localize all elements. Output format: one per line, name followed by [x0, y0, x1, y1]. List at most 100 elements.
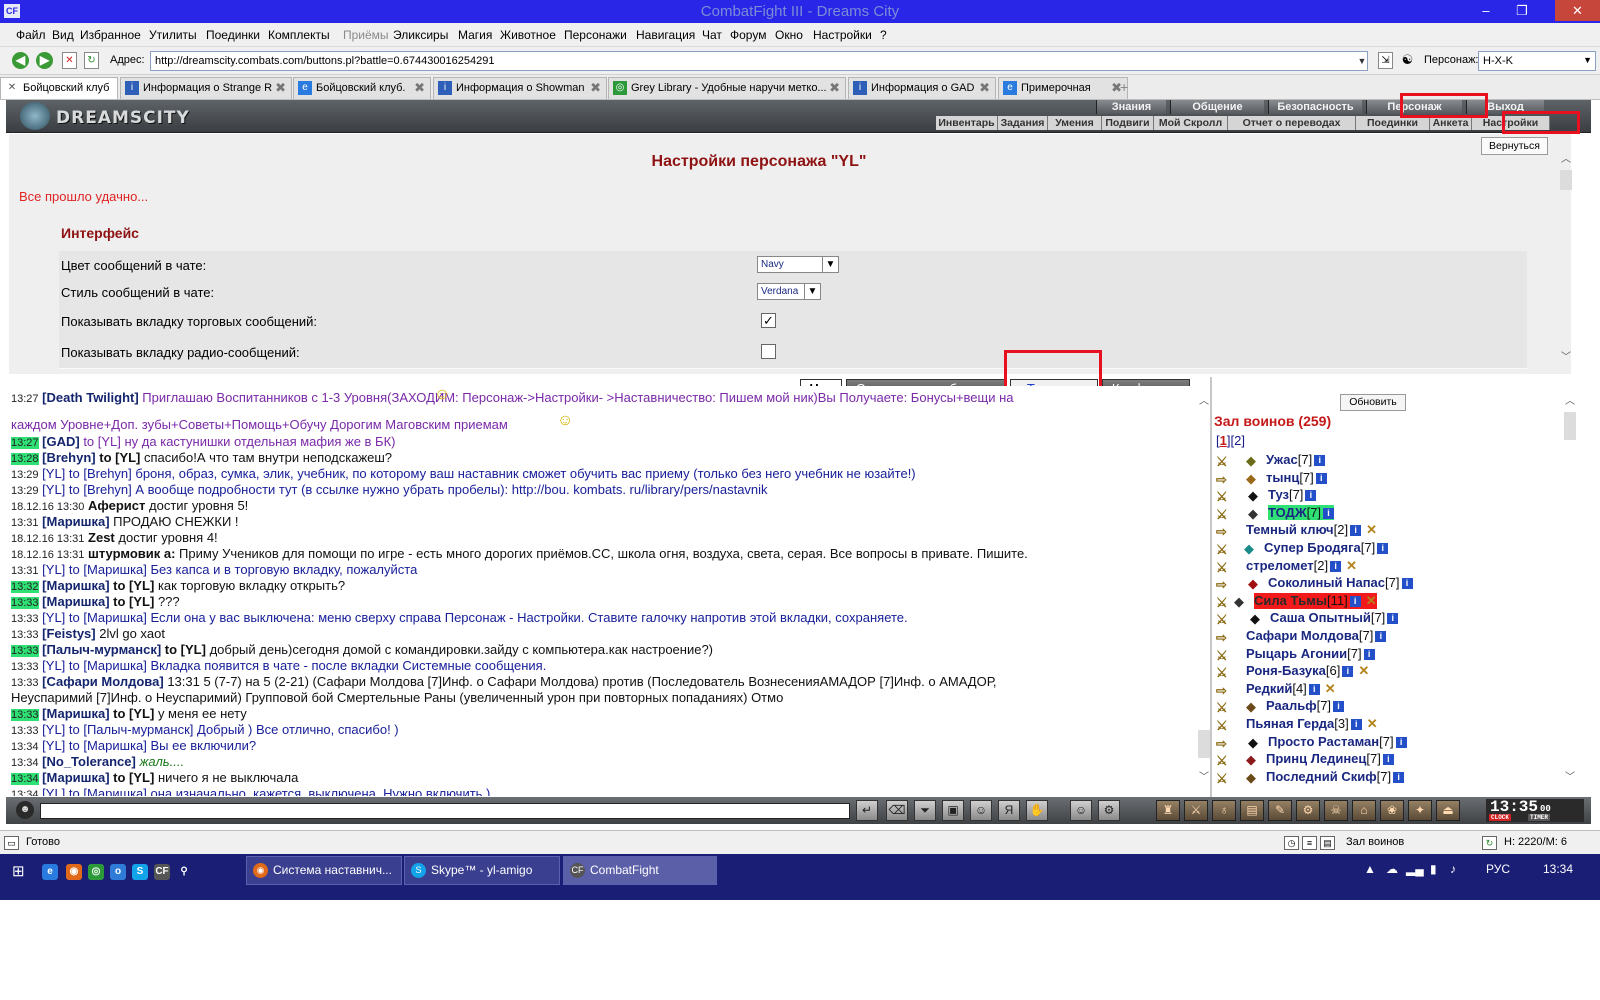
- bird-icon[interactable]: ✦: [1408, 800, 1432, 821]
- address-input[interactable]: http://dreamscity.combats.com/buttons.pl…: [150, 51, 1368, 71]
- player-name[interactable]: Последний Скиф[7] i: [1266, 769, 1405, 784]
- maximize-button[interactable]: ❐: [1507, 0, 1537, 21]
- scroll-icon[interactable]: ✎: [1268, 800, 1292, 821]
- player-name[interactable]: Ужас[7] i: [1266, 452, 1326, 467]
- menu-item[interactable]: ?: [880, 28, 887, 42]
- player-row[interactable]: ⚔ ◆ Супер Бродяга[7] i: [1212, 540, 1552, 558]
- send-icon[interactable]: ↵: [856, 800, 878, 821]
- info-icon[interactable]: i: [1377, 543, 1389, 555]
- browser-tab[interactable]: i Информация о Showman ✖: [433, 77, 607, 99]
- sub-nav-item[interactable]: Подвиги: [1102, 116, 1154, 130]
- player-row[interactable]: ⇨ Редкий[4] i ✕: [1212, 681, 1552, 699]
- message-author[interactable]: [Сафари Молдова]: [42, 674, 164, 689]
- info-icon[interactable]: i: [1314, 455, 1326, 467]
- language-indicator[interactable]: РУС: [1486, 862, 1510, 876]
- browser-tab[interactable]: e Примерочная ✖: [998, 77, 1128, 99]
- mask-icon[interactable]: ☠: [1324, 800, 1348, 821]
- top-nav-item[interactable]: Общение: [1170, 100, 1264, 114]
- player-row[interactable]: ⚔ ◆ Туз[7] i: [1212, 487, 1552, 505]
- windows-start-icon[interactable]: ⊞: [12, 864, 28, 880]
- hand-icon[interactable]: ✋: [1026, 800, 1048, 821]
- player-row[interactable]: ⇨ ◆ Соколиный Напас[7] i: [1212, 575, 1552, 593]
- taskbar-window[interactable]: ◉ Система наставнич...: [246, 856, 402, 885]
- message-author[interactable]: [Маришка]: [42, 706, 109, 721]
- info-icon[interactable]: i: [1323, 507, 1335, 519]
- message-author[interactable]: [GAD]: [42, 434, 80, 449]
- scroll-up-icon[interactable]: ︿: [1197, 392, 1211, 407]
- menu-item[interactable]: Комплекты: [268, 28, 330, 42]
- cf-icon[interactable]: CF: [154, 864, 170, 880]
- scroll-down-icon[interactable]: ﹀: [1563, 768, 1577, 783]
- player-row[interactable]: ⚔ Пьяная Герда[3] i ✕: [1212, 716, 1552, 734]
- battery-icon[interactable]: ▮: [1430, 862, 1437, 876]
- chrome-icon[interactable]: ◎: [88, 864, 104, 880]
- player-name[interactable]: ТОДЖ[7] i: [1268, 504, 1335, 520]
- person-icon[interactable]: ☺: [970, 800, 992, 821]
- player-name[interactable]: стреломет[2] i ✕: [1246, 558, 1357, 574]
- chat-color-select[interactable]: Navy ▼: [757, 256, 839, 273]
- chat-settings-icon[interactable]: ⚙: [1098, 800, 1120, 821]
- player-name[interactable]: Роня-Базука[6] i ✕: [1246, 663, 1369, 679]
- menu-item[interactable]: Окно: [775, 28, 803, 42]
- player-row[interactable]: ⇨ Темный ключ[2] i ✕: [1212, 522, 1552, 540]
- sub-nav-item[interactable]: Анкета: [1430, 116, 1472, 130]
- settings-scrollbar[interactable]: ︿ ﹀: [1558, 148, 1574, 373]
- sub-nav-item[interactable]: Настройки: [1472, 116, 1550, 130]
- player-name[interactable]: Пьяная Герда[3] i ✕: [1246, 716, 1378, 732]
- menu-item[interactable]: Утилиты: [149, 28, 197, 42]
- scroll-thumb[interactable]: [1198, 730, 1210, 758]
- scroll-thumb[interactable]: [1560, 170, 1572, 190]
- message-author[interactable]: [No_Tolerance]: [42, 754, 136, 769]
- translit-icon[interactable]: Я: [998, 800, 1020, 821]
- info-icon[interactable]: i: [1350, 719, 1362, 731]
- player-row[interactable]: ⚔ ◆ Раальф[7] i: [1212, 698, 1552, 716]
- menu-item[interactable]: Избранное: [80, 28, 141, 42]
- sub-nav-item[interactable]: Задания: [998, 116, 1048, 130]
- radio-tab-checkbox[interactable]: [761, 344, 776, 359]
- player-name[interactable]: Сафари Молдова[7] i: [1246, 628, 1387, 643]
- top-nav-item[interactable]: Безопасность: [1268, 100, 1362, 114]
- info-icon[interactable]: i: [1315, 472, 1327, 484]
- scroll-down-icon[interactable]: ﹀: [1197, 768, 1211, 783]
- clan-icon[interactable]: ♜: [1156, 800, 1180, 821]
- taskbar-clock[interactable]: 13:34: [1543, 862, 1573, 876]
- top-nav-item[interactable]: Знания: [1096, 100, 1166, 114]
- menu-item[interactable]: Персонажи: [564, 28, 627, 42]
- bottle-icon[interactable]: ♁: [1212, 800, 1236, 821]
- sub-nav-item[interactable]: Отчет о переводах: [1228, 116, 1356, 130]
- player-row[interactable]: ⇨ ◆ Просто Растаман[7] i: [1212, 734, 1552, 752]
- menu-item[interactable]: Чат: [702, 28, 722, 42]
- tab-close-icon[interactable]: ✖: [275, 78, 286, 98]
- info-icon[interactable]: i: [1393, 771, 1405, 783]
- message-author[interactable]: [Death Twilight]: [42, 390, 139, 405]
- stop-icon[interactable]: ✕: [62, 52, 77, 69]
- tab-close-icon[interactable]: ✖: [829, 78, 840, 98]
- paw-icon[interactable]: ❀: [1380, 800, 1404, 821]
- firefox-icon[interactable]: ◉: [66, 864, 82, 880]
- doc-icon[interactable]: ▤: [1320, 836, 1335, 850]
- menu-item[interactable]: Эликсиры: [393, 28, 448, 42]
- player-row[interactable]: ⚔ Рыцарь Агонии[7] i: [1212, 646, 1552, 664]
- message-author[interactable]: [Маришка]: [42, 594, 109, 609]
- info-icon[interactable]: i: [1363, 648, 1375, 660]
- chevron-down-icon[interactable]: ▼: [1355, 52, 1369, 70]
- player-row[interactable]: ⚔ стреломет[2] i ✕: [1212, 558, 1552, 576]
- message-author[interactable]: [Маришка]: [42, 578, 109, 593]
- message-author[interactable]: [Feistys]: [42, 626, 95, 641]
- menu-item[interactable]: Настройки: [813, 28, 872, 42]
- minimize-button[interactable]: –: [1471, 0, 1501, 21]
- player-row[interactable]: ⚔ ◆ Ужас[7] i: [1212, 452, 1552, 470]
- top-nav-item[interactable]: Выход: [1466, 100, 1544, 114]
- chest-icon[interactable]: ▤: [1240, 800, 1264, 821]
- page-link-current[interactable]: 1: [1220, 433, 1227, 448]
- sub-nav-item[interactable]: Умения: [1048, 116, 1102, 130]
- info-icon[interactable]: i: [1330, 560, 1342, 572]
- info-icon[interactable]: i: [1349, 595, 1361, 607]
- sub-nav-item[interactable]: Инвентарь: [936, 116, 998, 130]
- player-row[interactable]: ⚔ ◆ Принц Лединец[7] i: [1212, 751, 1552, 769]
- list-icon[interactable]: ≡: [1302, 836, 1317, 850]
- taskbar-window[interactable]: CF CombatFight: [563, 856, 717, 885]
- scroll-thumb[interactable]: [1564, 412, 1576, 440]
- menu-item[interactable]: Вид: [52, 28, 74, 42]
- filter-icon[interactable]: ⏷: [914, 800, 936, 821]
